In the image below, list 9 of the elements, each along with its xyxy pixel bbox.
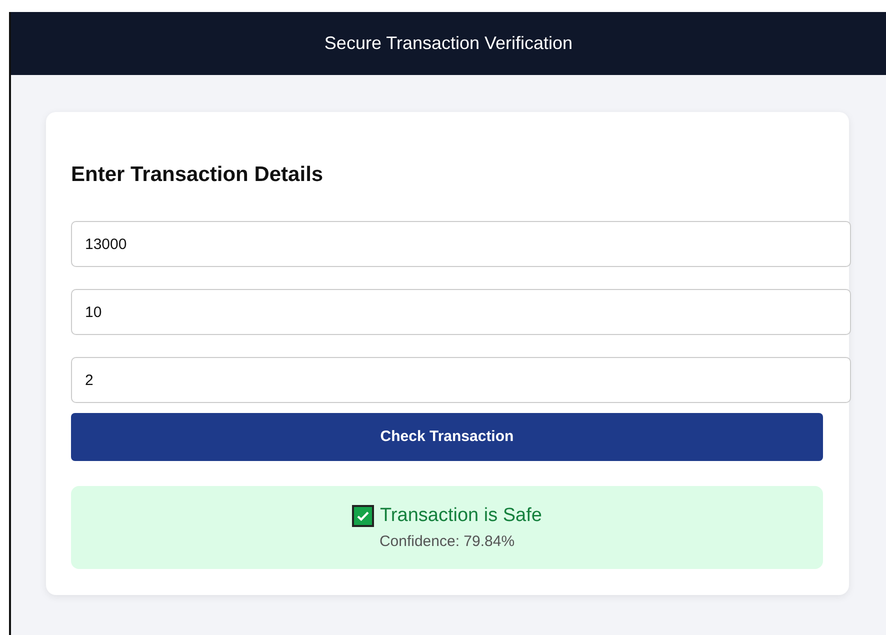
confidence-text: Confidence: 79.84% bbox=[379, 532, 515, 552]
result-message: Transaction is Safe bbox=[380, 504, 542, 528]
input-field[interactable]: 13000 bbox=[71, 221, 851, 267]
input-field[interactable]: 2 bbox=[71, 357, 851, 403]
page-title: Secure Transaction Verification bbox=[324, 32, 573, 55]
form-heading: Enter Transaction Details bbox=[71, 162, 324, 188]
input-field[interactable]: 10 bbox=[71, 289, 851, 335]
check-icon bbox=[352, 505, 374, 528]
check-transaction-button[interactable]: Check Transaction bbox=[71, 413, 823, 461]
